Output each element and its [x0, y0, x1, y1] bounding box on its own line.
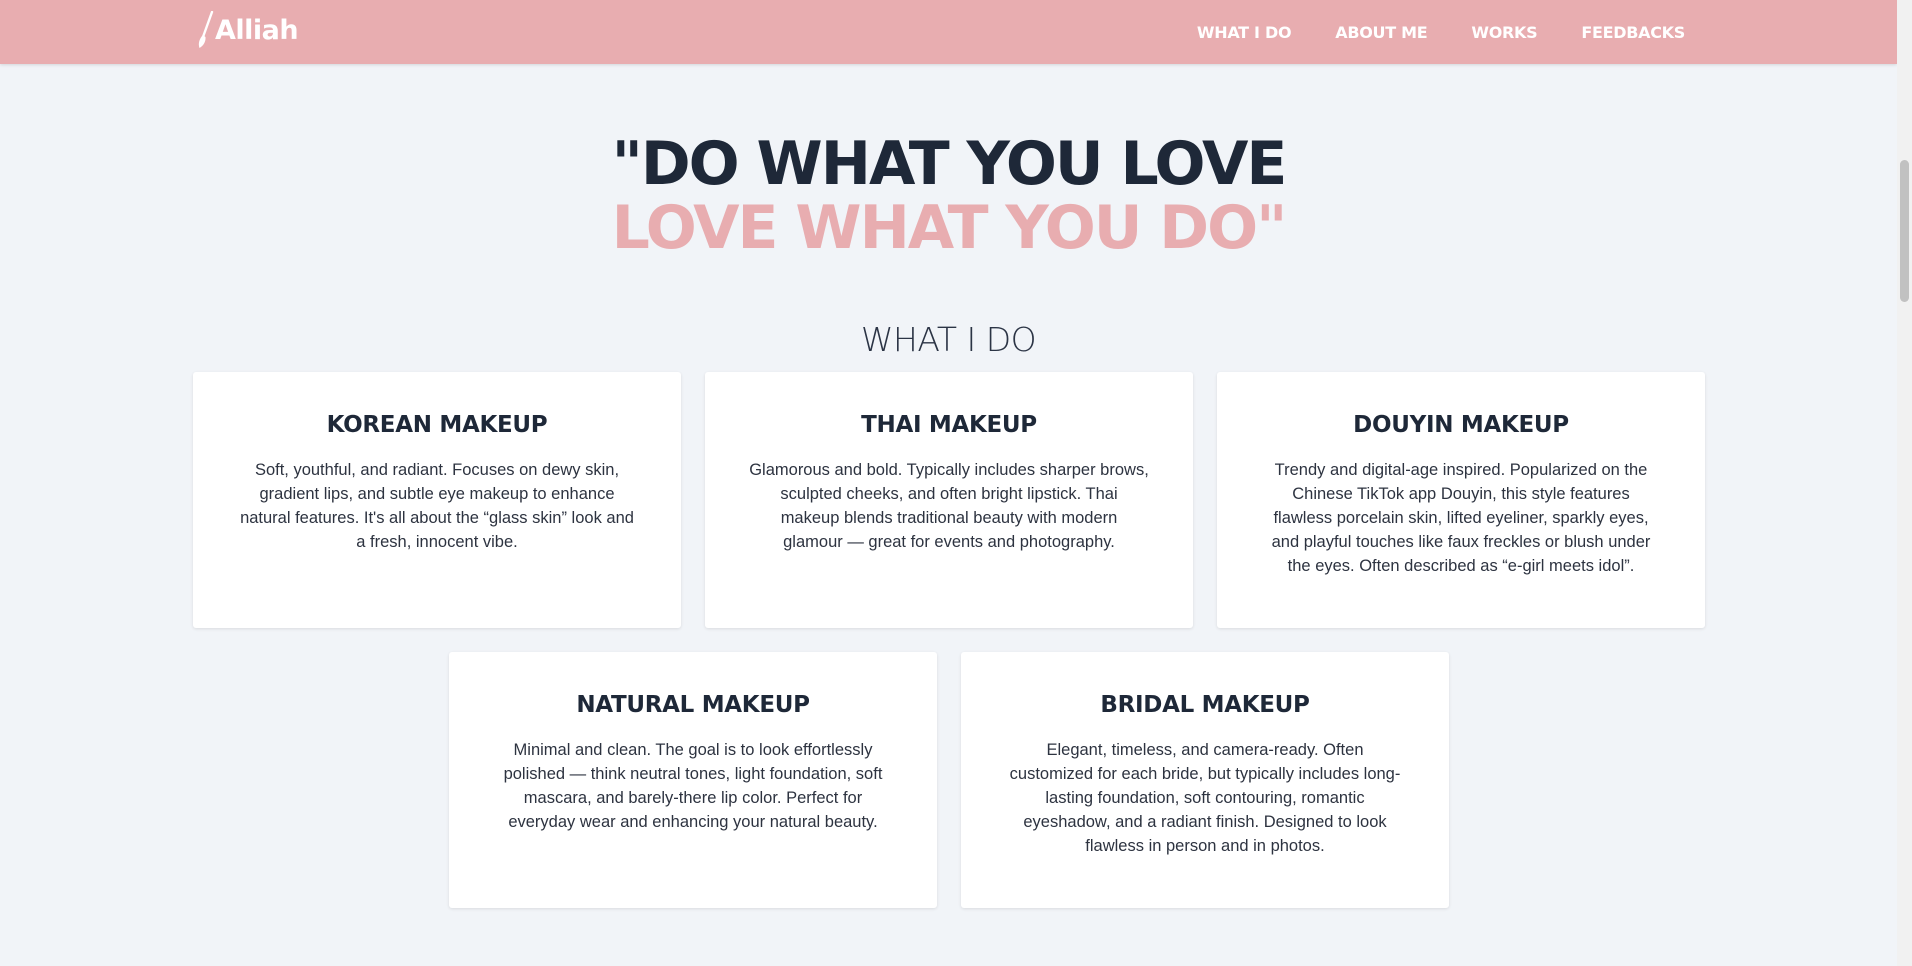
service-card-korean: KOREAN MAKEUP Soft, youthful, and radian…: [193, 372, 681, 628]
scrollbar-thumb[interactable]: [1900, 160, 1909, 302]
service-card-bridal: BRIDAL MAKEUP Elegant, timeless, and cam…: [961, 652, 1449, 908]
nav-link-works[interactable]: WORKS: [1471, 23, 1537, 42]
card-description: Glamorous and bold. Typically includes s…: [749, 461, 1149, 551]
card-title: KOREAN MAKEUP: [326, 412, 548, 438]
nav-link-feedbacks[interactable]: FEEDBACKS: [1581, 23, 1685, 42]
card-description: Minimal and clean. The goal is to look e…: [503, 741, 883, 831]
card-description: Elegant, timeless, and camera-ready. Oft…: [1009, 741, 1401, 855]
service-card-douyin: DOUYIN MAKEUP Trendy and digital-age ins…: [1217, 372, 1705, 628]
hero-line-2: LOVE WHAT YOU DO": [611, 193, 1288, 263]
logo[interactable]: Alliah: [198, 10, 299, 50]
section-title: WHAT I DO: [860, 320, 1037, 359]
logo-text: Alliah: [215, 14, 299, 46]
nav-links: WHAT I DO ABOUT ME WORKS FEEDBACKS: [1197, 0, 1685, 64]
hero-line-1: "DO WHAT YOU LOVE: [611, 129, 1288, 199]
card-title: DOUYIN MAKEUP: [1353, 412, 1569, 438]
card-title: BRIDAL MAKEUP: [1100, 692, 1310, 718]
service-card-natural: NATURAL MAKEUP Minimal and clean. The go…: [449, 652, 937, 908]
top-navbar: Alliah WHAT I DO ABOUT ME WORKS FEEDBACK…: [0, 0, 1897, 64]
card-description: Trendy and digital-age inspired. Popular…: [1271, 461, 1651, 575]
card-title: NATURAL MAKEUP: [576, 692, 810, 718]
service-card-thai: THAI MAKEUP Glamorous and bold. Typicall…: [705, 372, 1193, 628]
nav-link-about-me[interactable]: ABOUT ME: [1335, 23, 1427, 42]
nav-link-what-i-do[interactable]: WHAT I DO: [1197, 23, 1292, 42]
page-scrollbar[interactable]: [1897, 0, 1912, 966]
makeup-brush-icon: [198, 11, 214, 48]
card-title: THAI MAKEUP: [861, 412, 1037, 438]
hero-quote: "DO WHAT YOU LOVE LOVE WHAT YOU DO": [0, 132, 1897, 260]
card-description: Soft, youthful, and radiant. Focuses on …: [240, 461, 634, 551]
